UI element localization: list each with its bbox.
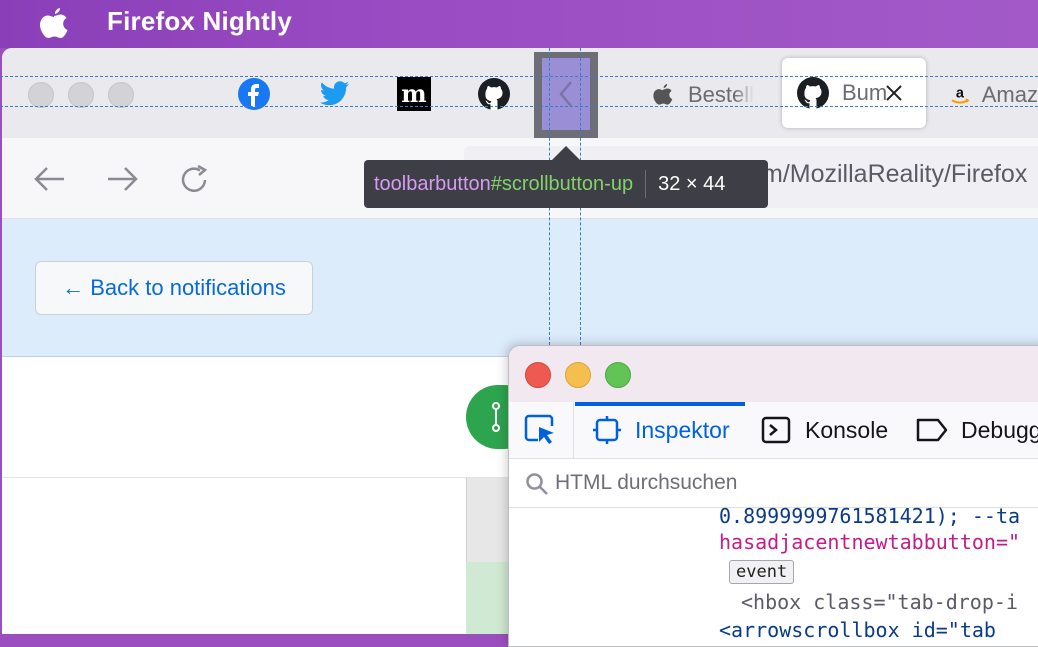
svg-text:m: m xyxy=(401,79,426,108)
devtools-titlebar xyxy=(509,346,1038,402)
element-picker-icon xyxy=(524,414,554,444)
git-merge-icon xyxy=(492,402,500,432)
chevron-left-icon xyxy=(559,81,572,107)
window-close-button[interactable] xyxy=(28,82,54,108)
tab-label: Inspektor xyxy=(635,416,730,443)
code-line[interactable]: hasadjacentnewtabbutton=" xyxy=(719,530,1020,554)
guide-line-top xyxy=(0,76,1038,77)
search-icon xyxy=(526,473,548,495)
close-icon[interactable] xyxy=(884,83,904,103)
tab-console[interactable]: Konsole xyxy=(761,402,888,458)
element-picker-button[interactable] xyxy=(509,402,574,458)
console-icon xyxy=(761,416,791,444)
tab-inspector[interactable]: Inspektor xyxy=(593,402,730,458)
code-line[interactable]: 0.8999999761581421); --ta xyxy=(719,504,1020,528)
code-line[interactable]: <arrowscrollbox id="tab xyxy=(719,618,996,642)
app-name[interactable]: Firefox Nightly xyxy=(107,6,292,37)
inspector-icon xyxy=(593,416,621,444)
devtools-toolbar: Inspektor Konsole Debugg xyxy=(509,402,1038,459)
tooltip-tag: toolbarbutton xyxy=(374,172,491,195)
event-badge[interactable]: event xyxy=(729,560,795,584)
menu-bar: Firefox Nightly xyxy=(0,0,1038,48)
devtools-zoom-button[interactable] xyxy=(605,362,631,388)
apple-logo-icon xyxy=(653,84,673,105)
svg-text:a: a xyxy=(956,86,965,102)
search-placeholder: HTML durchsuchen xyxy=(555,471,738,494)
html-search-field[interactable]: HTML durchsuchen xyxy=(509,459,1038,508)
forward-arrow-icon[interactable] xyxy=(106,166,138,192)
tab-strip: m Bestell Bum a Amaz xyxy=(2,48,1038,138)
devtools-close-button[interactable] xyxy=(525,362,551,388)
inspector-tooltip: toolbarbutton #scrollbutton-up 32 × 44 xyxy=(364,160,768,208)
back-to-notifications-button[interactable]: ← Back to notifications xyxy=(35,261,313,315)
tab-label: Bum xyxy=(842,80,888,105)
tooltip-arrow xyxy=(552,146,580,160)
devtools-window: Inspektor Konsole Debugg HTML durchsuche… xyxy=(508,345,1038,647)
tooltip-divider xyxy=(645,170,647,198)
tooltip-dimensions: 32 × 44 xyxy=(658,172,726,195)
tab-selected[interactable]: Bum xyxy=(782,58,926,128)
apple-logo-icon[interactable] xyxy=(38,6,70,42)
notification-header: ← Back to notifications xyxy=(2,219,1038,357)
github-icon xyxy=(797,77,829,109)
window-minimize-button[interactable] xyxy=(68,82,94,108)
code-line[interactable]: <hbox class="tab-drop-i xyxy=(741,590,1018,614)
url-text: m/MozillaReality/Firefox xyxy=(762,160,1028,188)
tab-debugger[interactable]: Debugg xyxy=(915,402,1038,458)
diff-added-line xyxy=(466,562,508,634)
tab-label: Bestell xyxy=(688,82,755,107)
tab-label: Amaz xyxy=(981,82,1038,107)
debugger-icon xyxy=(916,418,948,442)
back-arrow-icon[interactable] xyxy=(34,166,66,192)
tooltip-id: #scrollbutton-up xyxy=(490,172,634,195)
tab-amazon[interactable]: a Amaz xyxy=(950,74,1038,116)
tab-label: Debugg xyxy=(961,416,1038,443)
tab-bestell[interactable]: Bestell xyxy=(652,74,756,116)
markup-view: 0.8999999761581421); --ta hasadjacentnew… xyxy=(509,504,1038,646)
tab-label: Konsole xyxy=(805,416,889,443)
devtools-minimize-button[interactable] xyxy=(565,362,591,388)
twitter-icon xyxy=(319,81,349,106)
guide-line-bottom xyxy=(0,106,1038,107)
reload-icon[interactable] xyxy=(178,164,210,196)
window-zoom-button[interactable] xyxy=(108,82,134,108)
